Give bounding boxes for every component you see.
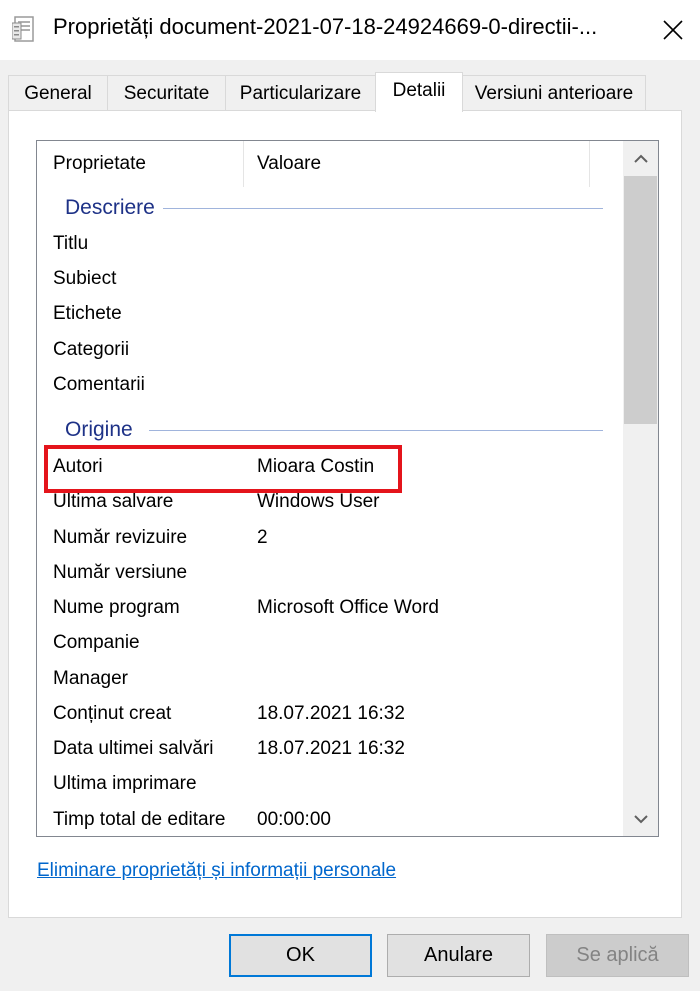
tab-detalii[interactable]: Detalii xyxy=(375,72,463,112)
scroll-up-button[interactable] xyxy=(623,141,658,176)
property-row[interactable]: Ultima imprimare xyxy=(37,767,622,802)
property-row[interactable]: Număr revizuire 2 xyxy=(37,521,622,556)
property-name: Data ultimei salvări xyxy=(53,738,214,759)
document-properties-icon xyxy=(12,16,34,42)
group-header-description: Descriere xyxy=(37,193,622,223)
property-name: Comentarii xyxy=(53,374,145,395)
property-name: Ultima salvare xyxy=(53,491,174,512)
property-row[interactable]: Data ultimei salvări 18.07.2021 16:32 xyxy=(37,732,622,767)
highlight-box xyxy=(44,445,402,493)
group-divider xyxy=(149,430,603,431)
cancel-button[interactable]: Anulare xyxy=(387,934,530,977)
property-value: Microsoft Office Word xyxy=(257,597,439,618)
property-name: Titlu xyxy=(53,233,89,254)
group-header-origin: Origine xyxy=(37,415,622,445)
tab-general[interactable]: General xyxy=(8,75,108,111)
property-row[interactable]: Companie xyxy=(37,626,622,661)
property-row[interactable]: Etichete xyxy=(37,297,622,332)
property-row[interactable]: Subiect xyxy=(37,262,622,297)
apply-button[interactable]: Se aplică xyxy=(546,934,689,977)
window-title: Proprietăți document-2021-07-18-24924669… xyxy=(53,14,598,39)
property-value: 00:00:00 xyxy=(257,809,331,830)
group-label: Descriere xyxy=(65,193,163,223)
property-row[interactable]: Comentarii xyxy=(37,368,622,403)
property-row[interactable]: Manager xyxy=(37,662,622,697)
property-row[interactable]: Titlu xyxy=(37,227,622,262)
property-name: Etichete xyxy=(53,303,122,324)
scroll-down-button[interactable] xyxy=(623,801,658,836)
chevron-down-icon xyxy=(633,814,648,823)
property-name: Categorii xyxy=(53,339,130,360)
property-name: Manager xyxy=(53,668,128,689)
property-row[interactable]: Timp total de editare 00:00:00 xyxy=(37,803,622,836)
property-name: Subiect xyxy=(53,268,117,289)
column-header-property[interactable]: Proprietate xyxy=(53,153,146,175)
vertical-scrollbar[interactable] xyxy=(623,141,658,836)
column-header-value[interactable]: Valoare xyxy=(257,153,321,175)
property-row[interactable]: Conținut creat 18.07.2021 16:32 xyxy=(37,697,622,732)
tab-versiuni-anterioare[interactable]: Versiuni anterioare xyxy=(462,75,646,111)
property-name: Nume program xyxy=(53,597,180,618)
tab-strip: General Securitate Particularizare Detal… xyxy=(8,72,646,112)
tab-particularizare[interactable]: Particularizare xyxy=(225,75,376,111)
scroll-thumb[interactable] xyxy=(624,176,657,424)
property-row[interactable]: Categorii xyxy=(37,333,622,368)
property-row[interactable]: Număr versiune xyxy=(37,556,622,591)
property-name: Ultima imprimare xyxy=(53,773,197,794)
property-name: Conținut creat xyxy=(53,703,172,724)
property-name: Număr versiune xyxy=(53,562,188,583)
property-name: Timp total de editare xyxy=(53,809,226,830)
property-value: Windows User xyxy=(257,491,380,512)
property-name: Număr revizuire xyxy=(53,527,188,548)
property-name: Companie xyxy=(53,632,140,653)
column-divider[interactable] xyxy=(243,141,244,187)
close-icon xyxy=(663,20,683,40)
property-value: 2 xyxy=(257,527,268,548)
column-divider[interactable] xyxy=(589,141,590,187)
remove-properties-link[interactable]: Eliminare proprietăți și informații pers… xyxy=(37,860,396,882)
close-button[interactable] xyxy=(650,8,696,52)
ok-button[interactable]: OK xyxy=(229,934,372,977)
column-header-row: Proprietate Valoare xyxy=(37,141,622,188)
group-label: Origine xyxy=(65,415,141,445)
tab-securitate[interactable]: Securitate xyxy=(107,75,226,111)
title-bar: Proprietăți document-2021-07-18-24924669… xyxy=(0,0,700,60)
property-value: 18.07.2021 16:32 xyxy=(257,703,405,724)
property-row[interactable]: Nume program Microsoft Office Word xyxy=(37,591,622,626)
property-value: 18.07.2021 16:32 xyxy=(257,738,405,759)
group-divider xyxy=(157,208,603,209)
chevron-up-icon xyxy=(633,154,648,163)
